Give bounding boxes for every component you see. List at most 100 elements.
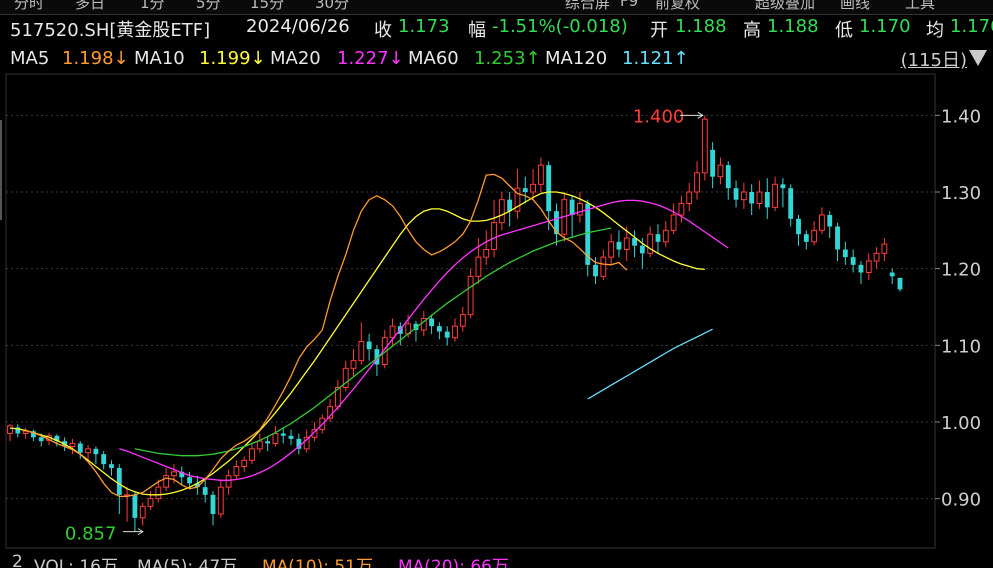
candle-body bbox=[436, 326, 442, 332]
candle-body bbox=[546, 165, 552, 212]
volume-legend-item: MA(10): 51万 bbox=[262, 557, 373, 568]
candle-body bbox=[147, 498, 154, 507]
volume-legend-item: MA(5): 47万 bbox=[137, 557, 238, 568]
candle-body bbox=[858, 264, 864, 273]
candle-body bbox=[865, 260, 872, 273]
candle-body bbox=[366, 341, 372, 350]
candle-body bbox=[740, 191, 747, 201]
candle-body bbox=[873, 252, 880, 262]
candle-body bbox=[109, 464, 114, 468]
candle-body bbox=[85, 448, 91, 454]
candle-body bbox=[350, 360, 357, 369]
candle-body bbox=[725, 165, 731, 189]
candle-body bbox=[280, 433, 286, 436]
high-annotation: 1.400 bbox=[633, 106, 685, 127]
candle-body bbox=[233, 465, 240, 477]
candle-body bbox=[647, 233, 654, 254]
candle-body bbox=[678, 203, 685, 216]
ma-line-ma5 bbox=[25, 173, 628, 498]
candle-body bbox=[101, 454, 107, 465]
candle-body bbox=[483, 249, 490, 258]
candle-body bbox=[210, 494, 216, 514]
candle-body bbox=[569, 199, 575, 215]
candle-body bbox=[600, 256, 607, 277]
candle-body bbox=[522, 188, 528, 192]
y-tick-label: 1.20 bbox=[941, 260, 981, 281]
candle-body bbox=[662, 229, 669, 243]
candle-body bbox=[475, 256, 482, 277]
candle-body bbox=[749, 192, 755, 204]
candle-body bbox=[756, 191, 763, 204]
y-tick-label: 1.30 bbox=[941, 183, 981, 204]
candle-body bbox=[202, 487, 208, 495]
candle-body bbox=[452, 325, 458, 339]
candle-body bbox=[265, 441, 271, 444]
candle-body bbox=[842, 249, 848, 258]
candle-body bbox=[835, 226, 840, 250]
y-tick-label: 1.10 bbox=[941, 336, 981, 357]
candle-body bbox=[467, 275, 474, 316]
candle-body bbox=[639, 245, 645, 254]
ma-line-ma120 bbox=[587, 328, 713, 400]
candle-body bbox=[69, 442, 76, 448]
candle-body bbox=[459, 314, 466, 327]
candle-body bbox=[788, 188, 794, 219]
candle-body bbox=[93, 448, 99, 455]
candle-body bbox=[889, 272, 895, 277]
candle-body bbox=[701, 118, 708, 174]
candle-body bbox=[288, 435, 294, 439]
candle-body bbox=[608, 241, 615, 258]
volume-legend-item: MA(20): 66万 bbox=[398, 557, 509, 568]
candlestick-chart[interactable]: 0.90 1.00 1.10 1.20 1.30 1.40 1.400 0.857 bbox=[0, 0, 993, 568]
candle-body bbox=[897, 277, 903, 290]
candle-body bbox=[623, 237, 630, 250]
candle-body bbox=[171, 471, 177, 477]
candle-body bbox=[187, 477, 192, 484]
volume-legend-item: 2 bbox=[12, 552, 23, 568]
candle-body bbox=[686, 191, 693, 204]
candle-body bbox=[272, 433, 279, 444]
candle-body bbox=[733, 188, 739, 200]
y-tick-label: 1.40 bbox=[941, 106, 981, 127]
candle-body bbox=[616, 241, 622, 250]
volume-legend: 2 VOL: 16万 MA(5): 47万 MA(10): 51万 MA(20): 66… bbox=[0, 552, 993, 568]
y-tick-label: 1.00 bbox=[941, 413, 981, 434]
candle-body bbox=[155, 486, 162, 500]
candle-body bbox=[217, 486, 224, 515]
candle-body bbox=[389, 325, 396, 339]
candle-body bbox=[241, 459, 248, 467]
candle-body bbox=[881, 243, 888, 254]
ma-line-ma10 bbox=[9, 191, 705, 496]
candle-body bbox=[498, 199, 505, 224]
candle-body bbox=[850, 257, 856, 265]
candle-body bbox=[717, 164, 724, 178]
candle-body bbox=[655, 234, 661, 242]
low-annotation: 0.857 bbox=[65, 524, 117, 545]
candle-body bbox=[670, 214, 677, 231]
candle-body bbox=[764, 192, 770, 208]
candle-body bbox=[429, 318, 434, 327]
candle-body bbox=[444, 331, 450, 338]
candle-body bbox=[530, 183, 536, 193]
candle-body bbox=[225, 475, 232, 488]
candle-body bbox=[694, 172, 700, 193]
candle-body bbox=[38, 437, 44, 442]
candle-body bbox=[819, 214, 825, 231]
candle-body bbox=[827, 215, 833, 227]
candle-body bbox=[358, 341, 365, 362]
candle-body bbox=[256, 440, 263, 450]
candle-body bbox=[796, 218, 801, 235]
candle-body bbox=[537, 164, 544, 185]
candle-body bbox=[576, 203, 583, 216]
candle-body bbox=[116, 468, 122, 495]
candle-body bbox=[554, 211, 559, 235]
candle-body bbox=[593, 264, 598, 277]
candle-body bbox=[7, 425, 13, 435]
candle-body bbox=[77, 443, 83, 453]
candle-body bbox=[132, 494, 138, 518]
candle-body bbox=[710, 149, 716, 177]
candle-body bbox=[772, 183, 779, 208]
candle-body bbox=[249, 448, 255, 461]
candle-body bbox=[811, 229, 818, 243]
candle-body bbox=[803, 234, 809, 242]
